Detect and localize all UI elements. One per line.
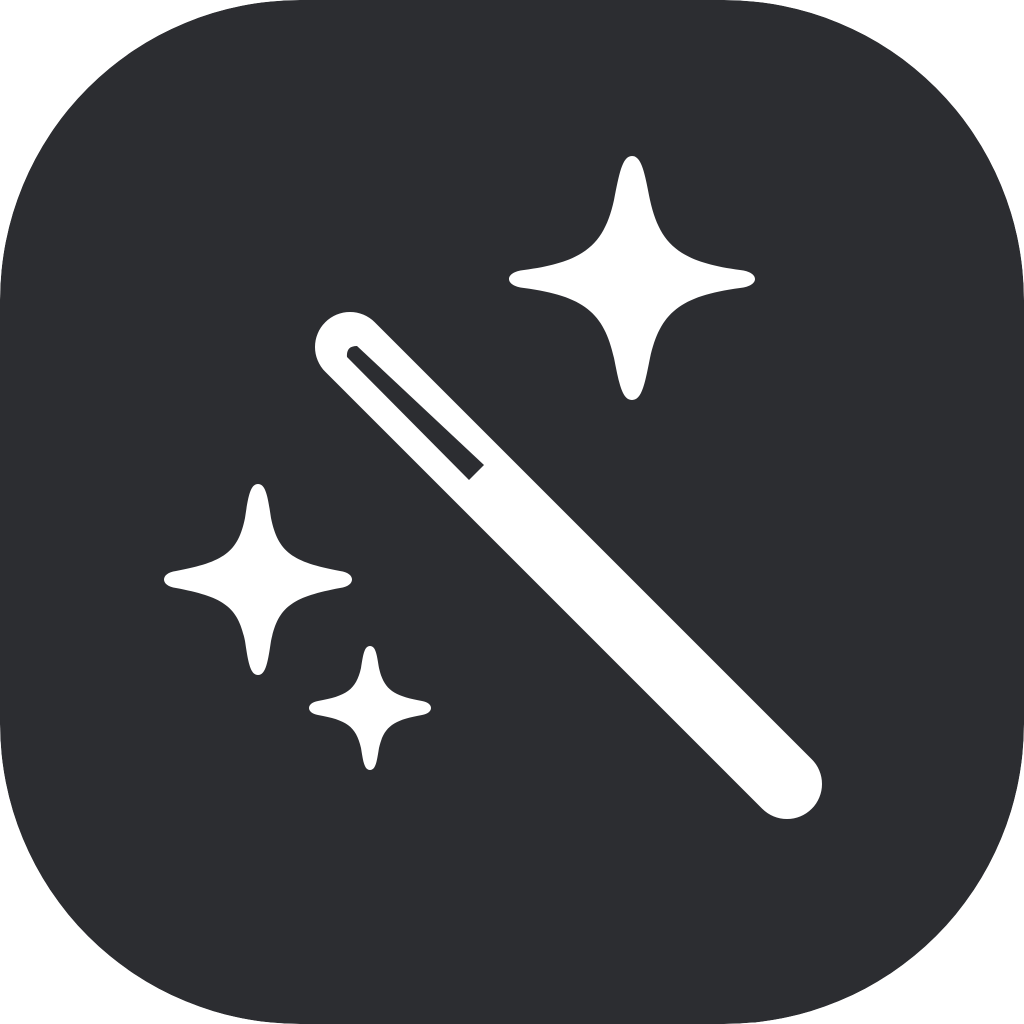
magic-wand-icon <box>0 0 1024 1024</box>
app-icon <box>0 0 1024 1024</box>
